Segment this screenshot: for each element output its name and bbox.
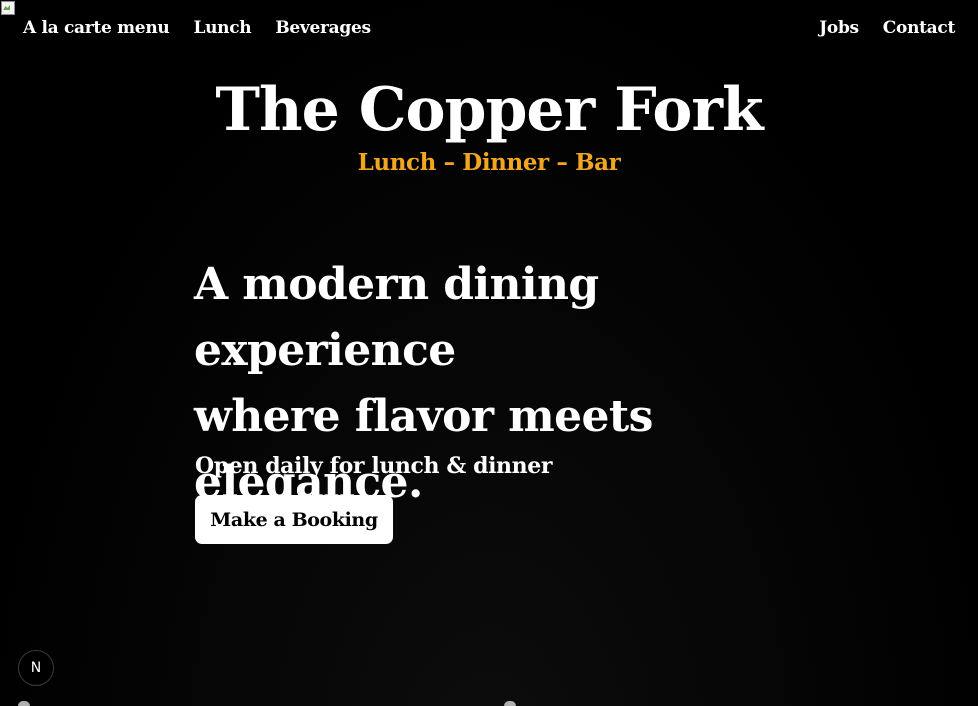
nav-right-group: Jobs Contact (819, 17, 955, 39)
brand-header: The Copper Fork Lunch – Dinner – Bar (0, 72, 978, 178)
nav-link-jobs[interactable]: Jobs (819, 17, 859, 39)
next-dev-badge[interactable]: N (18, 650, 54, 686)
make-booking-button[interactable]: Make a Booking (195, 495, 393, 544)
opening-hours-text: Open daily for lunch & dinner (195, 453, 553, 479)
nav-link-beverages[interactable]: Beverages (275, 17, 371, 39)
nav-link-a-la-carte-menu[interactable]: A la carte menu (23, 17, 170, 39)
bottom-edge-element-center (504, 701, 516, 706)
bottom-edge-element-left (18, 701, 30, 706)
nav-left-group: A la carte menu Lunch Beverages (23, 17, 371, 39)
top-navigation: A la carte menu Lunch Beverages Jobs Con… (0, 0, 978, 58)
restaurant-name: The Copper Fork (215, 75, 763, 145)
restaurant-tagline: Lunch – Dinner – Bar (357, 149, 621, 176)
nav-link-contact[interactable]: Contact (883, 17, 956, 39)
nav-link-lunch[interactable]: Lunch (193, 17, 251, 39)
